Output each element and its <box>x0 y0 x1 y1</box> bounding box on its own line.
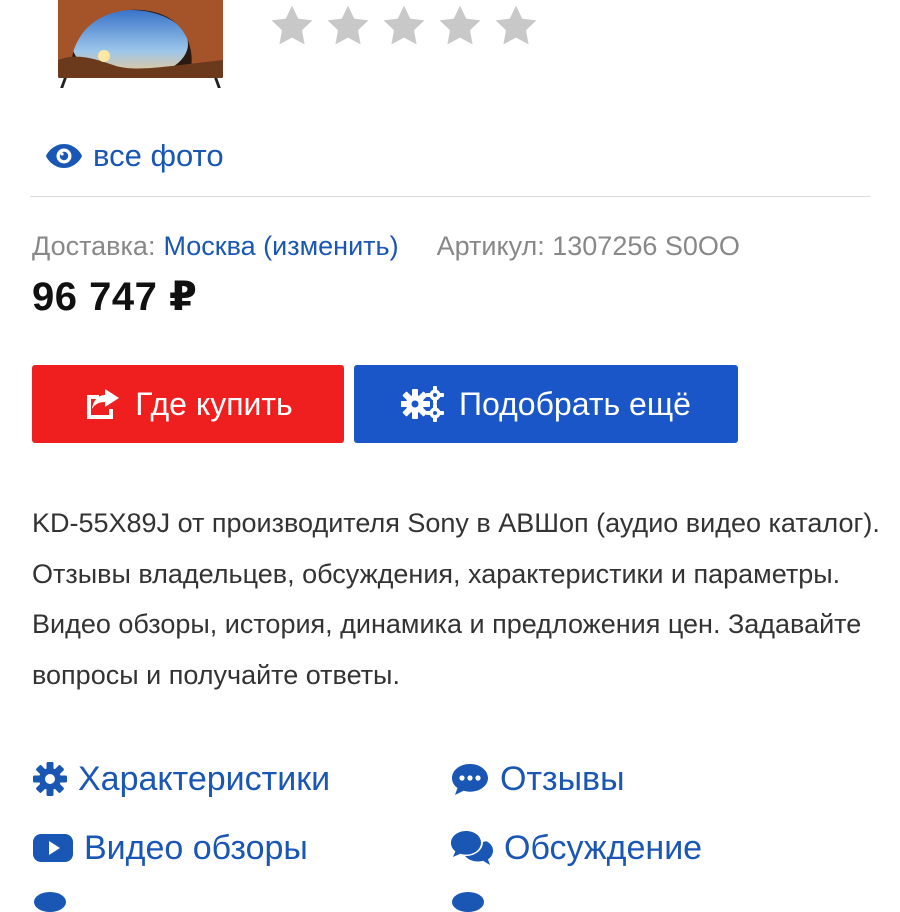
star-icon <box>327 5 369 45</box>
where-to-buy-label: Где купить <box>135 385 293 422</box>
discussion-link[interactable]: Обсуждение <box>450 823 702 873</box>
gears-icon <box>401 386 445 422</box>
rating-stars[interactable] <box>268 0 540 52</box>
find-more-button[interactable]: Подобрать ещё <box>354 365 738 443</box>
all-photos-label: все фото <box>93 138 224 173</box>
star-icon <box>495 5 537 45</box>
youtube-icon <box>33 834 73 862</box>
video-reviews-label: Видео обзоры <box>84 828 308 867</box>
next-link-icon <box>34 892 66 912</box>
star-icon <box>439 5 481 45</box>
delivery-row: Доставка: Москва (изменить) Артикул: 130… <box>32 226 740 266</box>
eye-icon <box>46 144 82 168</box>
price: 96 747 ₽ <box>32 275 198 319</box>
discussion-label: Обсуждение <box>504 828 703 867</box>
star-icon <box>271 5 313 45</box>
sku-label: Артикул: 1307256 S0OO <box>436 230 740 261</box>
all-photos-link[interactable]: все фото <box>45 134 224 178</box>
reviews-link[interactable]: Отзывы <box>450 754 625 804</box>
star-icon <box>383 5 425 45</box>
divider <box>30 196 870 197</box>
reviews-label: Отзывы <box>500 759 625 798</box>
video-reviews-link[interactable]: Видео обзоры <box>32 823 308 873</box>
tv-thumbnail-icon <box>58 0 223 78</box>
find-more-label: Подобрать ещё <box>459 385 691 422</box>
product-description: KD-55X89J от производителя Sony в АВШоп … <box>32 508 880 690</box>
gear-icon <box>33 762 67 796</box>
specs-label: Характеристики <box>78 759 331 798</box>
product-image[interactable] <box>58 0 223 88</box>
next-link-icon <box>452 892 484 912</box>
delivery-city-link[interactable]: Москва (изменить) <box>163 231 398 262</box>
tv-stand-right <box>214 78 221 88</box>
tv-stand-left <box>60 78 67 88</box>
share-icon <box>87 389 120 419</box>
comments-icon <box>451 831 493 865</box>
comment-icon <box>452 764 488 795</box>
where-to-buy-button[interactable]: Где купить <box>32 365 344 443</box>
delivery-label: Доставка: <box>32 230 156 261</box>
specs-link[interactable]: Характеристики <box>32 754 330 804</box>
